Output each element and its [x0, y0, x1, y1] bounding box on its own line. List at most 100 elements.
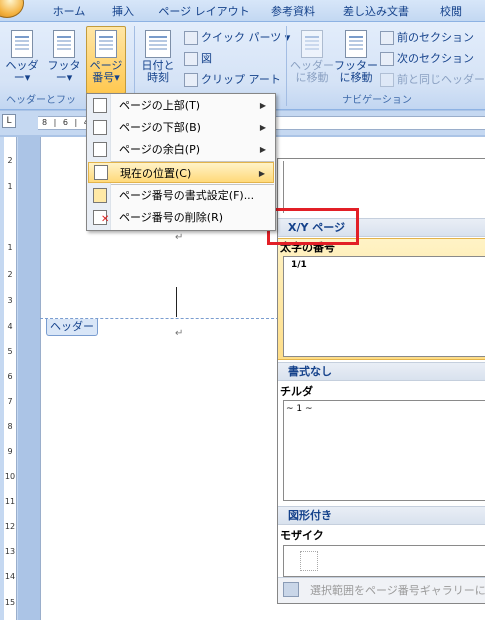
- group-label-navigation: ナビゲーション: [342, 95, 412, 106]
- footer-icon: [53, 30, 75, 58]
- thumbnail-text: 1/1: [291, 260, 307, 270]
- prev-section-icon: [380, 31, 394, 45]
- menu-item-label: ページの下部(B): [119, 121, 201, 134]
- link-previous-button[interactable]: 前と同じヘッダー/フ: [380, 70, 485, 90]
- tab-home[interactable]: ホーム: [44, 3, 94, 21]
- group-label-header-footer: ヘッダーとフッ: [6, 95, 76, 106]
- vruler-number: 2: [7, 156, 13, 165]
- link-previous-icon: [380, 73, 394, 87]
- page-top-icon: [93, 98, 107, 113]
- submenu-arrow-icon: ▶: [259, 101, 266, 110]
- menu-item-label: ページ番号の削除(R): [119, 211, 224, 224]
- group-separator: [286, 26, 287, 106]
- calendar-icon: [145, 30, 171, 58]
- tab-selector-button[interactable]: L: [2, 114, 16, 128]
- gallery-item-title: チルダ: [280, 385, 313, 398]
- tab-mailings[interactable]: 差し込み文書: [334, 3, 418, 21]
- vruler-number: 13: [4, 547, 16, 556]
- gallery-section-shapes: 図形付き: [278, 506, 485, 525]
- goto-footer-label-2: に移動: [339, 71, 373, 84]
- footer-button-label: フッター: [47, 59, 81, 84]
- clipart-icon: [184, 73, 198, 87]
- menu-item-current-position[interactable]: 現在の位置(C) ▶: [88, 162, 274, 183]
- header-icon: [11, 30, 33, 58]
- vruler-number: 3: [7, 296, 13, 305]
- next-section-button[interactable]: 次のセクション: [380, 49, 474, 69]
- menu-item-label: ページ番号の書式設定(F)...: [119, 189, 255, 202]
- menu-item-format-page-numbers[interactable]: ページ番号の書式設定(F)...: [88, 185, 274, 206]
- prev-section-label: 前のセクション: [397, 31, 474, 44]
- clipart-label: クリップ アート: [201, 73, 281, 86]
- vruler-number: 15: [4, 598, 16, 607]
- gallery-thumbnail[interactable]: [283, 256, 485, 357]
- gallery-thumbnail-partial[interactable]: [283, 161, 485, 213]
- menu-item-bottom-of-page[interactable]: ページの下部(B) ▶: [88, 117, 274, 138]
- next-section-icon: [380, 52, 394, 66]
- vruler-number: 4: [7, 322, 13, 331]
- format-page-number-icon: [93, 188, 107, 203]
- current-position-icon: [94, 165, 108, 180]
- delete-x-icon: ✕: [101, 214, 110, 225]
- page-bottom-icon: [93, 120, 107, 135]
- tab-insert[interactable]: 挿入: [100, 3, 146, 21]
- goto-header-label-2: に移動: [295, 71, 329, 84]
- submenu-arrow-icon: ▶: [259, 145, 266, 154]
- vruler-number: 2: [7, 270, 13, 279]
- page-number-label-2: 番号: [92, 71, 115, 84]
- paragraph-mark: ↵: [175, 232, 184, 243]
- mosaic-shape: [300, 551, 318, 571]
- submenu-arrow-icon: ▶: [259, 123, 266, 132]
- vruler-number: 11: [4, 497, 16, 506]
- quick-parts-label: クイック パーツ: [201, 31, 282, 44]
- goto-header-button[interactable]: ヘッダー に移動: [290, 30, 334, 84]
- paragraph-mark: ↵: [175, 328, 184, 339]
- header-button-label: ヘッダー: [5, 59, 39, 84]
- picture-label: 図: [201, 52, 212, 65]
- menu-item-label: 現在の位置(C): [120, 167, 192, 180]
- menu-item-remove-page-numbers[interactable]: ✕ ページ番号の削除(R): [88, 207, 274, 228]
- picture-button[interactable]: 図: [184, 49, 212, 69]
- goto-footer-button[interactable]: フッター に移動: [334, 30, 378, 84]
- save-to-gallery-item[interactable]: 選択範囲をページ番号ギャラリーに保: [278, 577, 485, 603]
- save-selection-icon: [283, 582, 299, 597]
- header-tag: ヘッダー: [46, 319, 98, 336]
- vruler-number: 5: [7, 347, 13, 356]
- vruler-number: 9: [7, 447, 13, 456]
- menu-item-label: ページの余白(P): [119, 143, 200, 156]
- page-number-icon: [95, 30, 117, 58]
- thumbnail-text: ~ 1 ~: [286, 404, 313, 414]
- header-button[interactable]: ヘッダー▾: [2, 30, 42, 84]
- vruler-number: 1: [7, 182, 13, 191]
- quick-parts-button[interactable]: クイック パーツ ▾: [184, 28, 290, 48]
- tab-page-layout[interactable]: ページ レイアウト: [155, 3, 253, 21]
- page-number-button[interactable]: ページ 番号▾: [86, 26, 126, 94]
- date-time-button[interactable]: 日付と 時刻: [138, 30, 178, 84]
- gallery-item-title: モザイク: [280, 529, 324, 542]
- vruler-number: 7: [7, 397, 13, 406]
- gallery-item-tilde[interactable]: [283, 400, 485, 501]
- link-previous-label: 前と同じヘッダー/フ: [397, 73, 485, 86]
- menu-item-top-of-page[interactable]: ページの上部(T) ▶: [88, 95, 274, 116]
- date-time-label-2: 時刻: [147, 71, 169, 84]
- vruler-number: 6: [7, 372, 13, 381]
- vruler-number: 12: [4, 522, 16, 531]
- footer-button[interactable]: フッター▾: [44, 30, 84, 84]
- goto-footer-icon: [345, 30, 367, 58]
- vruler-number: 10: [4, 472, 16, 481]
- page-margin-icon: [93, 142, 107, 157]
- text-cursor: [176, 287, 177, 317]
- menu-item-page-margins[interactable]: ページの余白(P) ▶: [88, 139, 274, 160]
- menu-item-label: ページの上部(T): [119, 99, 201, 112]
- quick-parts-icon: [184, 31, 198, 45]
- submenu-arrow-icon: ▶: [258, 169, 265, 178]
- vruler-number: 14: [4, 572, 16, 581]
- tab-references[interactable]: 参考資料: [262, 3, 324, 21]
- vruler-number: 8: [7, 422, 13, 431]
- tab-review[interactable]: 校閲: [428, 3, 474, 21]
- prev-section-button[interactable]: 前のセクション: [380, 28, 474, 48]
- vruler-number: 1: [7, 243, 13, 252]
- goto-header-icon: [301, 30, 323, 58]
- gallery-section-plain: 書式なし: [278, 362, 485, 381]
- picture-icon: [184, 52, 198, 66]
- clipart-button[interactable]: クリップ アート: [184, 70, 281, 90]
